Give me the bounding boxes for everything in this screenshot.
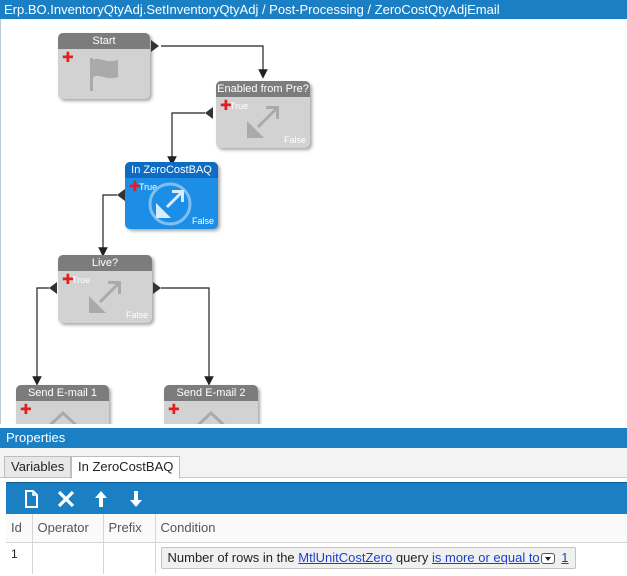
condition-arrows-icon xyxy=(148,182,192,226)
node-start-output-port[interactable] xyxy=(151,40,159,52)
connector-live-email2 xyxy=(161,287,214,386)
email-icon xyxy=(197,410,225,424)
node-start[interactable]: Start ✚ xyxy=(58,33,150,99)
node-in-zerocostbaq[interactable]: In ZeroCostBAQ ✚ True False xyxy=(125,162,218,229)
chevron-down-icon[interactable] xyxy=(540,552,555,564)
window-title: Erp.BO.InventoryQtyAdj.SetInventoryQtyAd… xyxy=(0,0,627,19)
connector-zerocost-live xyxy=(98,194,117,257)
cell-id: 1 xyxy=(6,542,33,574)
condition-toolbar xyxy=(6,482,627,514)
add-plus-icon[interactable]: ✚ xyxy=(20,403,32,417)
node-send-email-2[interactable]: Send E-mail 2 ✚ xyxy=(164,385,258,424)
move-up-button[interactable] xyxy=(88,487,114,511)
node-enabled-title: Enabled from Pre? xyxy=(216,81,310,97)
cell-prefix[interactable] xyxy=(103,542,156,574)
condition-operator-link[interactable]: is more or equal to xyxy=(432,550,540,565)
node-email1-title: Send E-mail 1 xyxy=(16,385,109,401)
conditions-grid: Id Operator Prefix Condition 1 Number of… xyxy=(6,514,627,576)
properties-tabs: Variables In ZeroCostBAQ xyxy=(0,448,627,479)
node-start-title: Start xyxy=(58,33,150,49)
new-condition-button[interactable] xyxy=(18,487,44,511)
workflow-canvas[interactable]: Start ✚ Enabled from Pre? ✚ True False I… xyxy=(0,19,627,424)
column-header-prefix[interactable]: Prefix xyxy=(103,514,156,543)
new-document-icon xyxy=(25,490,38,508)
node-live[interactable]: Live? ✚ True False xyxy=(58,255,152,323)
cell-operator[interactable] xyxy=(32,542,104,574)
false-label: False xyxy=(125,310,148,320)
add-plus-icon[interactable]: ✚ xyxy=(62,51,74,65)
condition-expression: Number of rows in the MtlUnitCostZero qu… xyxy=(160,546,576,569)
node-live-input-port[interactable] xyxy=(49,282,57,294)
move-down-button[interactable] xyxy=(123,487,149,511)
node-live-output-port[interactable] xyxy=(153,282,161,294)
condition-arrows-icon xyxy=(89,281,121,313)
false-label: False xyxy=(191,216,214,226)
connector-start-enabled xyxy=(161,45,268,79)
condition-text-1: Number of rows in the xyxy=(167,549,295,565)
cell-condition[interactable]: Number of rows in the MtlUnitCostZero qu… xyxy=(155,542,627,574)
tab-in-zerocostbaq[interactable]: In ZeroCostBAQ xyxy=(71,456,181,479)
node-enabled-input-port[interactable] xyxy=(205,107,213,119)
arrow-down-icon xyxy=(130,491,142,507)
node-email2-title: Send E-mail 2 xyxy=(164,385,258,401)
table-row[interactable]: 1 Number of rows in the MtlUnitCostZero … xyxy=(6,542,627,574)
node-zerocost-title: In ZeroCostBAQ xyxy=(125,162,218,178)
false-label: False xyxy=(283,135,306,145)
condition-value-link[interactable]: 1 xyxy=(561,550,568,565)
delete-condition-button[interactable] xyxy=(53,487,79,511)
connector-live-email1 xyxy=(32,287,49,386)
column-header-id[interactable]: Id xyxy=(6,514,33,543)
node-live-title: Live? xyxy=(58,255,152,271)
arrow-up-icon xyxy=(95,491,107,507)
node-zerocost-input-port[interactable] xyxy=(117,189,125,201)
email-icon xyxy=(49,410,77,424)
condition-query-link[interactable]: MtlUnitCostZero xyxy=(298,550,392,565)
tab-variables[interactable]: Variables xyxy=(4,456,72,478)
add-plus-icon[interactable]: ✚ xyxy=(168,403,180,417)
condition-text-2: query xyxy=(395,549,429,565)
node-enabled-from-pre[interactable]: Enabled from Pre? ✚ True False xyxy=(216,81,310,148)
delete-x-icon xyxy=(57,490,75,508)
node-send-email-1[interactable]: Send E-mail 1 ✚ xyxy=(16,385,109,424)
properties-header: Properties xyxy=(0,428,627,448)
flag-icon xyxy=(90,58,118,91)
connector-enabled-zerocost xyxy=(167,112,205,166)
column-header-operator[interactable]: Operator xyxy=(32,514,104,543)
condition-arrows-icon xyxy=(247,106,279,138)
column-header-condition[interactable]: Condition xyxy=(155,514,627,543)
